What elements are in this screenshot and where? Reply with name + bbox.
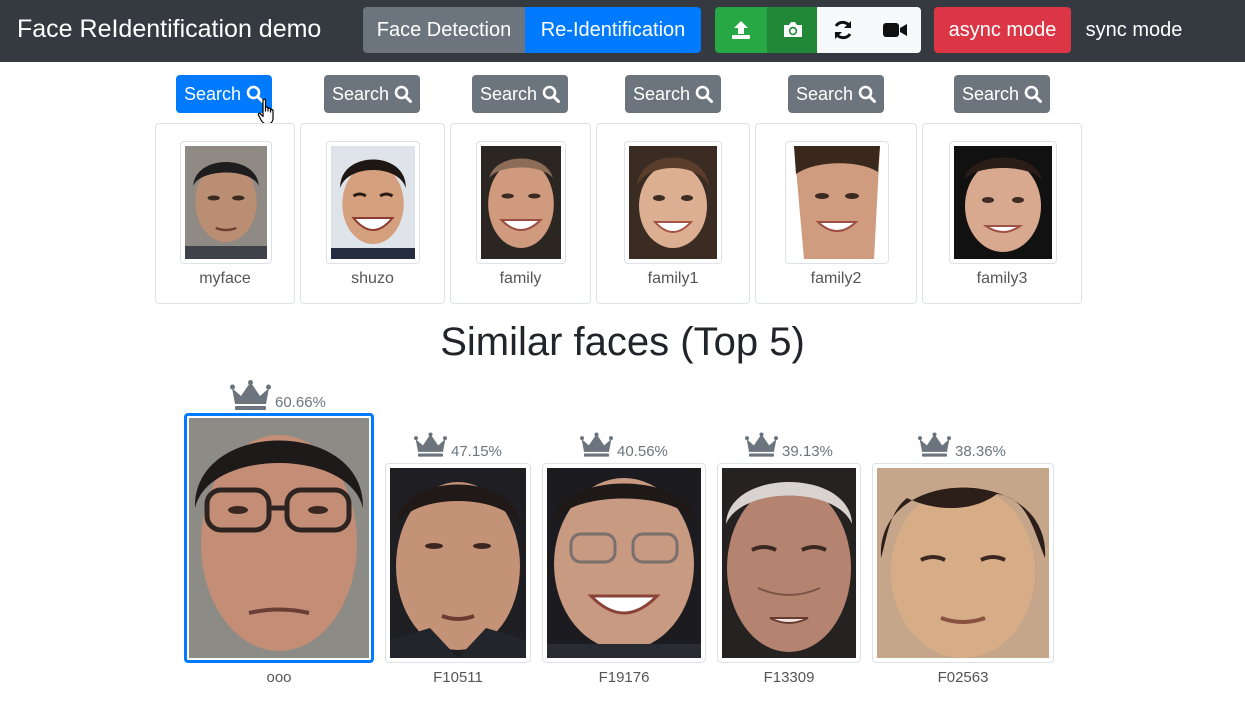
similarity-score: 40.56% <box>617 443 668 460</box>
result-id: ooo <box>266 669 292 686</box>
face-detection-button[interactable]: Face Detection <box>363 7 525 53</box>
result-image[interactable] <box>385 463 531 663</box>
face-label: family <box>499 270 542 287</box>
result-id: F02563 <box>937 669 989 686</box>
score-badge: 60.66% <box>230 380 326 411</box>
search-button-family2[interactable]: Search <box>788 75 884 113</box>
registered-face-card[interactable]: family1 <box>596 123 750 304</box>
similarity-score: 60.66% <box>275 394 326 411</box>
face-label: myface <box>199 270 251 287</box>
async-mode-button[interactable]: async mode <box>934 7 1071 53</box>
face-label: family3 <box>976 270 1028 287</box>
hand-cursor-icon <box>257 98 274 125</box>
face-thumbnail <box>624 141 722 264</box>
score-badge: 40.56% <box>580 430 668 460</box>
face-thumbnail <box>785 141 889 264</box>
video-icon <box>883 23 907 37</box>
search-button-label: Search <box>331 83 390 104</box>
sync-button[interactable] <box>817 7 869 53</box>
face-label: family1 <box>647 270 699 287</box>
search-button-family1[interactable]: Search <box>625 75 721 113</box>
brand-title: Face ReIdentification demo <box>17 15 322 43</box>
search-icon <box>858 85 877 103</box>
face-label: family2 <box>810 270 862 287</box>
search-button-label: Search <box>795 83 854 104</box>
similarity-score: 47.15% <box>451 443 502 460</box>
registered-face-card[interactable]: myface <box>155 123 295 304</box>
score-badge: 38.36% <box>918 430 1006 460</box>
result-id: F13309 <box>763 669 815 686</box>
sync-mode-button[interactable]: sync mode <box>1071 7 1197 53</box>
search-button-family3[interactable]: Search <box>954 75 1050 113</box>
camera-button[interactable] <box>767 7 819 53</box>
search-button-label: Search <box>961 83 1020 104</box>
search-icon <box>542 85 561 103</box>
crown-icon <box>414 432 447 457</box>
registered-face-card[interactable]: family2 <box>755 123 917 304</box>
similarity-score: 39.13% <box>782 443 833 460</box>
search-button-family[interactable]: Search <box>472 75 568 113</box>
search-button-label: Search <box>479 83 538 104</box>
crown-icon <box>745 432 778 457</box>
score-badge: 47.15% <box>414 430 502 460</box>
upload-button[interactable] <box>715 7 767 53</box>
registered-face-card[interactable]: family <box>450 123 591 304</box>
search-icon <box>695 85 714 103</box>
results-heading: Similar faces (Top 5) <box>440 320 805 364</box>
crown-icon <box>918 432 951 457</box>
result-image[interactable] <box>717 463 861 663</box>
similarity-score: 38.36% <box>955 443 1006 460</box>
face-thumbnail <box>949 141 1057 264</box>
result-image[interactable] <box>542 463 706 663</box>
search-button-label: Search <box>183 83 242 104</box>
result-id: F19176 <box>598 669 650 686</box>
crown-icon <box>580 432 613 457</box>
search-icon <box>394 85 413 103</box>
registered-face-card[interactable]: family3 <box>922 123 1082 304</box>
result-id: F10511 <box>433 669 483 686</box>
result-image[interactable] <box>872 463 1054 663</box>
face-thumbnail <box>326 141 420 264</box>
search-button-shuzo[interactable]: Search <box>324 75 420 113</box>
crown-icon <box>230 380 271 410</box>
face-label: shuzo <box>351 270 394 287</box>
search-icon <box>1024 85 1043 103</box>
re-identification-button[interactable]: Re-Identification <box>525 7 701 53</box>
video-button[interactable] <box>869 7 921 53</box>
face-thumbnail <box>476 141 566 264</box>
search-button-label: Search <box>632 83 691 104</box>
sync-icon <box>834 20 852 40</box>
registered-face-card[interactable]: shuzo <box>300 123 445 304</box>
navbar: Face ReIdentification demo Face Detectio… <box>0 0 1245 62</box>
upload-icon <box>732 21 750 39</box>
score-badge: 39.13% <box>745 430 833 460</box>
camera-icon <box>784 22 802 37</box>
result-image-best[interactable] <box>184 413 374 663</box>
face-thumbnail <box>180 141 272 264</box>
